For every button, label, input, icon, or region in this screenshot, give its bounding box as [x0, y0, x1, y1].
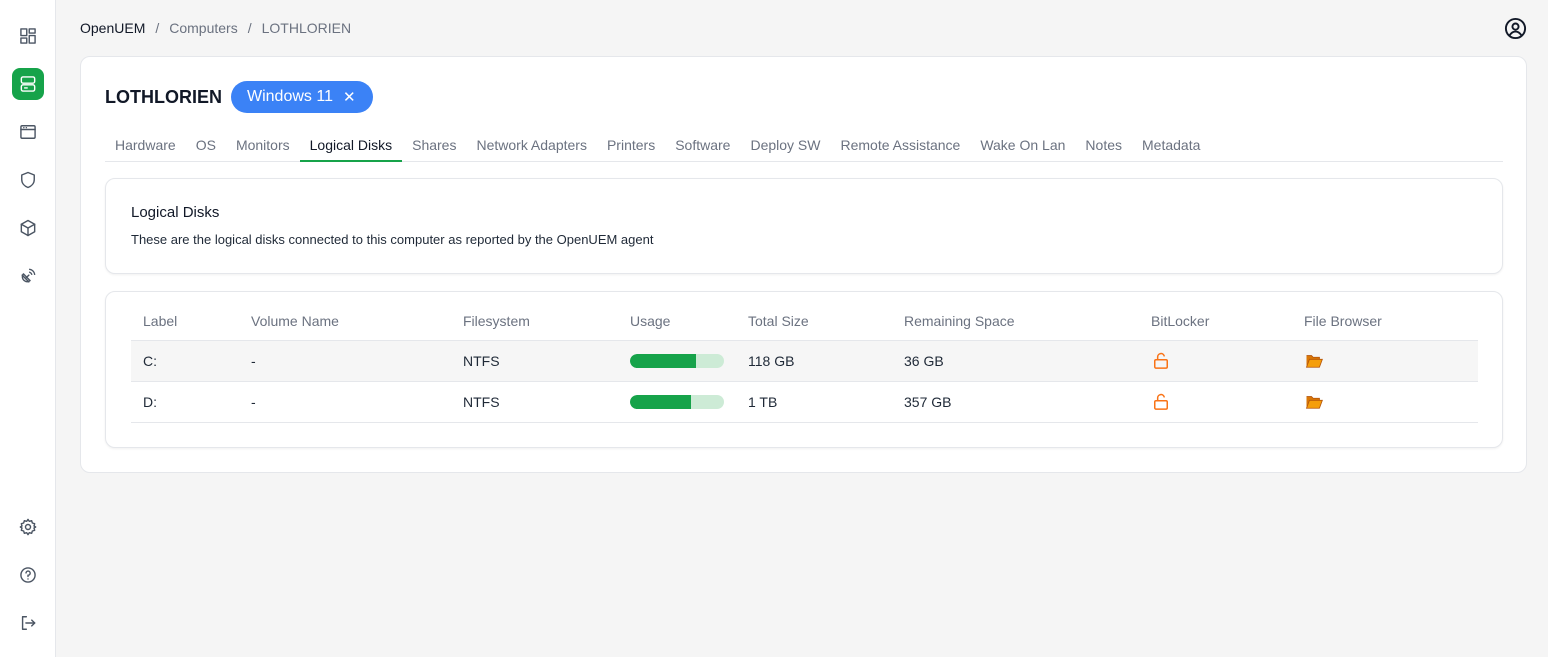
- tab-notes[interactable]: Notes: [1075, 133, 1132, 162]
- section-title: Logical Disks: [131, 204, 220, 221]
- computer-detail-card: LOTHLORIEN Windows 11 ✕ Hardware OS Moni…: [80, 56, 1527, 473]
- page-title: LOTHLORIEN: [105, 86, 222, 107]
- tab-deploy-sw[interactable]: Deploy SW: [740, 133, 830, 162]
- logical-disks-table: Label Volume Name Filesystem Usage Total…: [105, 291, 1503, 448]
- tab-bar: Hardware OS Monitors Logical Disks Share…: [105, 133, 1503, 162]
- tab-printers[interactable]: Printers: [597, 133, 665, 162]
- tab-logical-disks[interactable]: Logical Disks: [299, 133, 403, 162]
- satellite-icon[interactable]: [12, 260, 44, 292]
- usage-bar: [630, 354, 724, 368]
- usage-bar-fill: [630, 395, 692, 409]
- breadcrumb-separator: /: [247, 20, 252, 36]
- tab-os[interactable]: OS: [186, 133, 226, 162]
- sidebar: [0, 0, 56, 657]
- tab-hardware[interactable]: Hardware: [105, 133, 186, 162]
- title-row: LOTHLORIEN Windows 11 ✕: [105, 81, 373, 113]
- os-badge-label: Windows 11: [247, 88, 333, 105]
- tab-software[interactable]: Software: [665, 133, 740, 162]
- tab-monitors[interactable]: Monitors: [226, 133, 300, 162]
- remaining-space: 36 GB: [904, 353, 944, 369]
- browser-window-icon[interactable]: [12, 116, 44, 148]
- tab-wake-on-lan[interactable]: Wake On Lan: [970, 133, 1075, 162]
- table-row: D: - NTFS 1 TB 357 GB: [131, 382, 1478, 423]
- help-icon[interactable]: [12, 559, 44, 591]
- gear-icon[interactable]: [12, 511, 44, 543]
- file-browser-cell: [1304, 341, 1324, 381]
- breadcrumb: OpenUEM / Computers / LOTHLORIEN: [80, 19, 351, 37]
- section-info-card: Logical Disks These are the logical disk…: [105, 178, 1503, 274]
- total-size: 1 TB: [748, 394, 778, 410]
- usage-bar-fill: [630, 354, 696, 368]
- tab-shares[interactable]: Shares: [402, 133, 466, 162]
- disk-label: C:: [143, 353, 157, 369]
- user-account-icon[interactable]: [1503, 16, 1527, 40]
- unlocked-padlock-icon[interactable]: [1151, 351, 1171, 371]
- table-row: C: - NTFS 118 GB 36 GB: [131, 341, 1478, 382]
- dashboard-icon[interactable]: [12, 20, 44, 52]
- total-size: 118 GB: [748, 353, 795, 369]
- breadcrumb-separator: /: [155, 20, 160, 36]
- close-icon[interactable]: ✕: [343, 88, 356, 106]
- bitlocker-cell: [1151, 341, 1171, 381]
- table-header: Label Volume Name Filesystem Usage Total…: [131, 292, 1478, 341]
- usage-bar: [630, 395, 724, 409]
- unlocked-padlock-icon[interactable]: [1151, 392, 1171, 412]
- remaining-space: 357 GB: [904, 394, 952, 410]
- volume-name: -: [251, 394, 256, 410]
- file-browser-cell: [1304, 382, 1324, 422]
- filesystem: NTFS: [463, 394, 500, 410]
- tab-remote-assistance[interactable]: Remote Assistance: [830, 133, 970, 162]
- disk-label: D:: [143, 394, 157, 410]
- shield-icon[interactable]: [12, 164, 44, 196]
- breadcrumb-openuem[interactable]: OpenUEM: [80, 20, 145, 36]
- package-icon[interactable]: [12, 212, 44, 244]
- tab-network-adapters[interactable]: Network Adapters: [466, 133, 597, 162]
- section-description: These are the logical disks connected to…: [131, 232, 654, 247]
- computers-icon[interactable]: [12, 68, 44, 100]
- tab-metadata[interactable]: Metadata: [1132, 133, 1210, 162]
- usage-cell: [630, 341, 724, 381]
- breadcrumb-computers[interactable]: Computers: [169, 20, 237, 36]
- breadcrumb-current: LOTHLORIEN: [261, 20, 352, 36]
- filesystem: NTFS: [463, 353, 500, 369]
- os-badge: Windows 11 ✕: [231, 81, 373, 113]
- open-folder-icon[interactable]: [1304, 392, 1324, 412]
- bitlocker-cell: [1151, 382, 1171, 422]
- logout-icon[interactable]: [12, 607, 44, 639]
- open-folder-icon[interactable]: [1304, 351, 1324, 371]
- volume-name: -: [251, 353, 256, 369]
- usage-cell: [630, 382, 724, 422]
